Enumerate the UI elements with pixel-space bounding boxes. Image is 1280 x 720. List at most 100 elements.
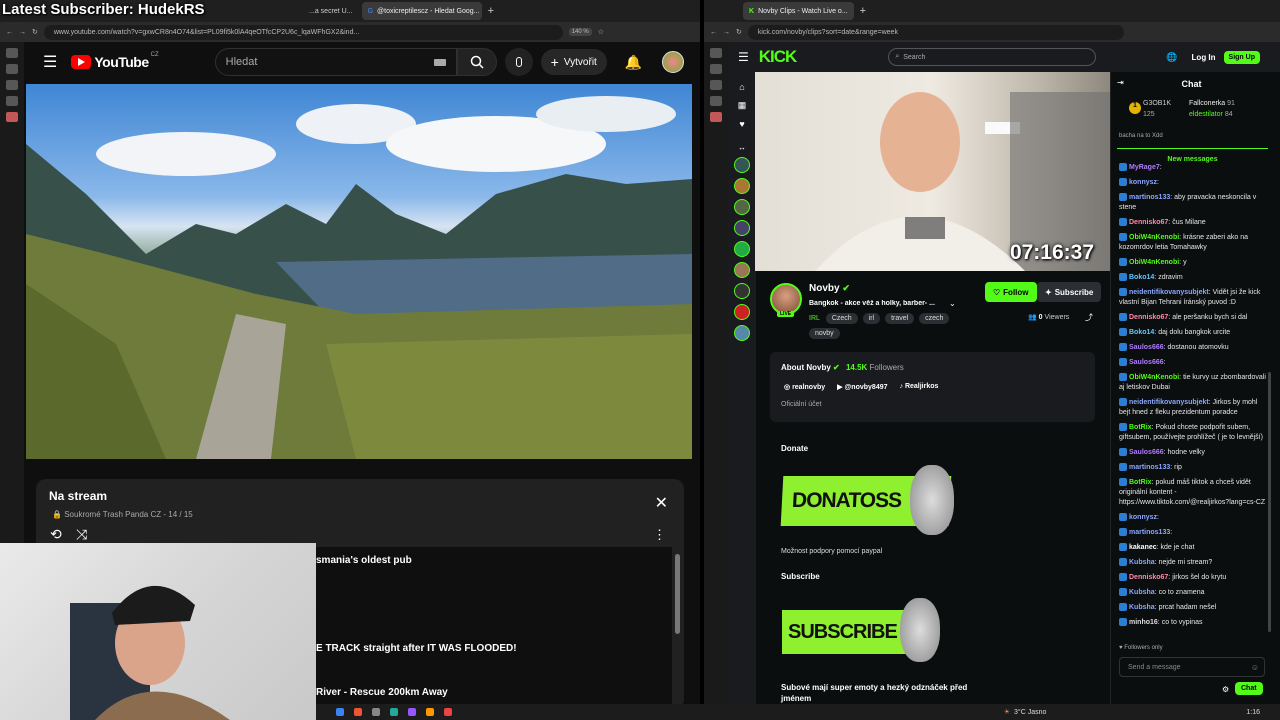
chat-username[interactable]: Saulos666 [1129,359,1164,366]
chat-username[interactable]: BotRix [1129,424,1152,431]
chat-input[interactable]: Send a message ☺ [1119,657,1265,677]
create-button[interactable]: + Vytvořit [540,49,607,75]
leader-3[interactable]: eldestilator 84 [1189,111,1233,118]
weather-text[interactable]: 3°C Jasno [1014,709,1046,716]
chat-message[interactable]: minho16: co to vypinas [1119,618,1269,628]
chat-username[interactable]: neidentifikovanysubjekt [1129,399,1209,406]
keyboard-icon[interactable] [433,58,446,66]
login-button[interactable]: Log In [1192,53,1216,62]
new-tab-button[interactable]: + [488,5,494,17]
sidebar-icon-1[interactable] [710,48,722,58]
following-icon[interactable]: ♥ [728,119,756,129]
kick-logo[interactable]: KICK [759,47,798,67]
playlist-owner[interactable]: Trash Panda CZ [103,510,161,519]
chat-username[interactable]: konnysz [1129,514,1157,521]
followed-channel-avatar[interactable] [734,283,750,299]
taskbar-app-icon[interactable] [444,708,452,716]
taskbar-app-icon[interactable] [336,708,344,716]
social-instagram[interactable]: ◎ realnovby [784,383,825,391]
chat-username[interactable]: ObiW4nKenobi [1129,374,1179,381]
chat-message[interactable]: Dennisko67: ale peršanku bych si dal [1119,313,1269,323]
playlist-scrollbar[interactable] [675,554,680,634]
left-tab-1[interactable]: ...a secret U... [303,2,359,20]
chat-username[interactable]: Boko14 [1129,329,1154,336]
home-icon[interactable]: ⌂ [728,82,756,92]
share-icon[interactable]: ⤴ [1085,312,1093,323]
menu-icon[interactable]: ☰ [43,52,57,72]
chat-username[interactable]: Saulos666 [1129,344,1164,351]
chat-scrollbar[interactable] [1268,372,1271,632]
subscribe-button[interactable]: ✦ Subscribe [1037,282,1102,302]
tag-chip[interactable]: Czech [825,313,858,324]
youtube-logo-text[interactable]: YouTube [94,54,149,70]
followed-channel-avatar[interactable] [734,241,750,257]
followed-channel-avatar[interactable] [734,304,750,320]
chat-message[interactable]: konnysz: [1119,513,1269,523]
sidebar-icon-3[interactable] [710,80,722,90]
taskbar-app-icon[interactable] [354,708,362,716]
chat-username[interactable]: martinos133 [1129,529,1170,536]
back-icon[interactable]: ← [710,29,717,36]
chat-message[interactable]: BotRix: Pokud chcete podpořit subem, gif… [1119,423,1269,443]
chat-username[interactable]: neidentifikovanysubjekt [1129,289,1209,296]
tag-chip[interactable]: travel [885,313,915,324]
clock[interactable]: 1:16 [1246,709,1260,716]
chat-message[interactable]: martinos133: rip [1119,463,1269,473]
browse-icon[interactable]: ▦ [728,100,756,111]
chat-username[interactable]: konnysz [1129,179,1157,186]
youtube-logo-icon[interactable] [71,55,92,69]
sidebar-icon-5[interactable] [6,112,18,122]
sidebar-icon-5[interactable] [710,112,722,122]
chat-username[interactable]: Kubsha [1129,589,1155,596]
chat-send-button[interactable]: Chat [1235,682,1263,695]
chat-message[interactable]: ObiW4nKenobi: tie kurvy uz zbombardovali… [1119,373,1269,393]
chat-message[interactable]: martinos133: aby pravacka neskoncila v s… [1119,193,1269,213]
chat-username[interactable]: kakanec [1129,544,1157,551]
chat-username[interactable]: Dennisko67 [1129,219,1168,226]
youtube-search-button[interactable] [456,48,497,76]
chat-message[interactable]: Saulos666: [1119,358,1269,368]
followed-channel-avatar[interactable] [734,325,750,341]
chat-settings-icon[interactable]: ⚙ [1222,685,1229,694]
social-youtube[interactable]: ▶ @novby8497 [837,383,887,391]
taskbar-app-icon[interactable] [426,708,434,716]
shuffle-icon[interactable]: ⤨ [76,526,87,543]
streamer-name[interactable]: Novby ✔ [809,283,850,294]
taskbar-app-icon[interactable] [408,708,416,716]
chat-username[interactable]: Saulos666 [1129,449,1164,456]
emote-picker-icon[interactable]: ☺ [1251,663,1259,672]
category-tag[interactable]: IRL [809,315,820,322]
sidebar-icon-4[interactable] [710,96,722,106]
chat-message[interactable]: Boko14: zdravim [1119,273,1269,283]
chat-message[interactable]: ObiW4nKenobi: krásne zaberi ako na kozom… [1119,233,1269,253]
chat-username[interactable]: ObiW4nKenobi [1129,234,1179,241]
account-avatar[interactable] [662,51,685,73]
list-item[interactable]: smania's oldest pub [316,555,412,566]
new-tab-button-right[interactable]: + [860,5,866,17]
chat-username[interactable]: ObiW4nKenobi [1129,259,1179,266]
chat-message[interactable]: konnysz: [1119,178,1269,188]
forward-icon[interactable]: → [19,29,26,36]
social-tiktok[interactable]: ♪ Realjirkos [900,383,939,391]
globe-icon[interactable]: 🌐 [1166,52,1177,63]
menu-icon[interactable]: ☰ [738,50,749,64]
sidebar-icon-1[interactable] [6,48,18,58]
leader-1[interactable]: G3OB1K [1143,100,1171,107]
left-address-field[interactable]: www.youtube.com/watch?v=gxwCR8n4O74&list… [43,24,563,40]
playlist-title[interactable]: Na stream [49,489,107,503]
reload-icon[interactable]: ↻ [32,28,38,36]
notifications-bell-icon[interactable]: 🔔 [625,54,642,71]
chat-username[interactable]: martinos133 [1129,194,1170,201]
chat-message[interactable]: Kubsha: nejde mi stream? [1119,558,1269,568]
back-icon[interactable]: ← [6,29,13,36]
chat-username[interactable]: Kubsha [1129,604,1155,611]
chat-message[interactable]: Dennisko67: čus Milane [1119,218,1269,228]
taskbar-app-icon[interactable] [390,708,398,716]
followed-channel-avatar[interactable] [734,262,750,278]
chat-message[interactable]: neidentifikovanysubjekt: Vidět jsi že ki… [1119,288,1269,308]
followed-channel-avatar[interactable] [734,157,750,173]
close-icon[interactable]: ✕ [655,493,668,513]
chat-message[interactable]: Kubsha: co to znamena [1119,588,1269,598]
chat-username[interactable]: Kubsha [1129,559,1155,566]
followed-channel-avatar[interactable] [734,178,750,194]
